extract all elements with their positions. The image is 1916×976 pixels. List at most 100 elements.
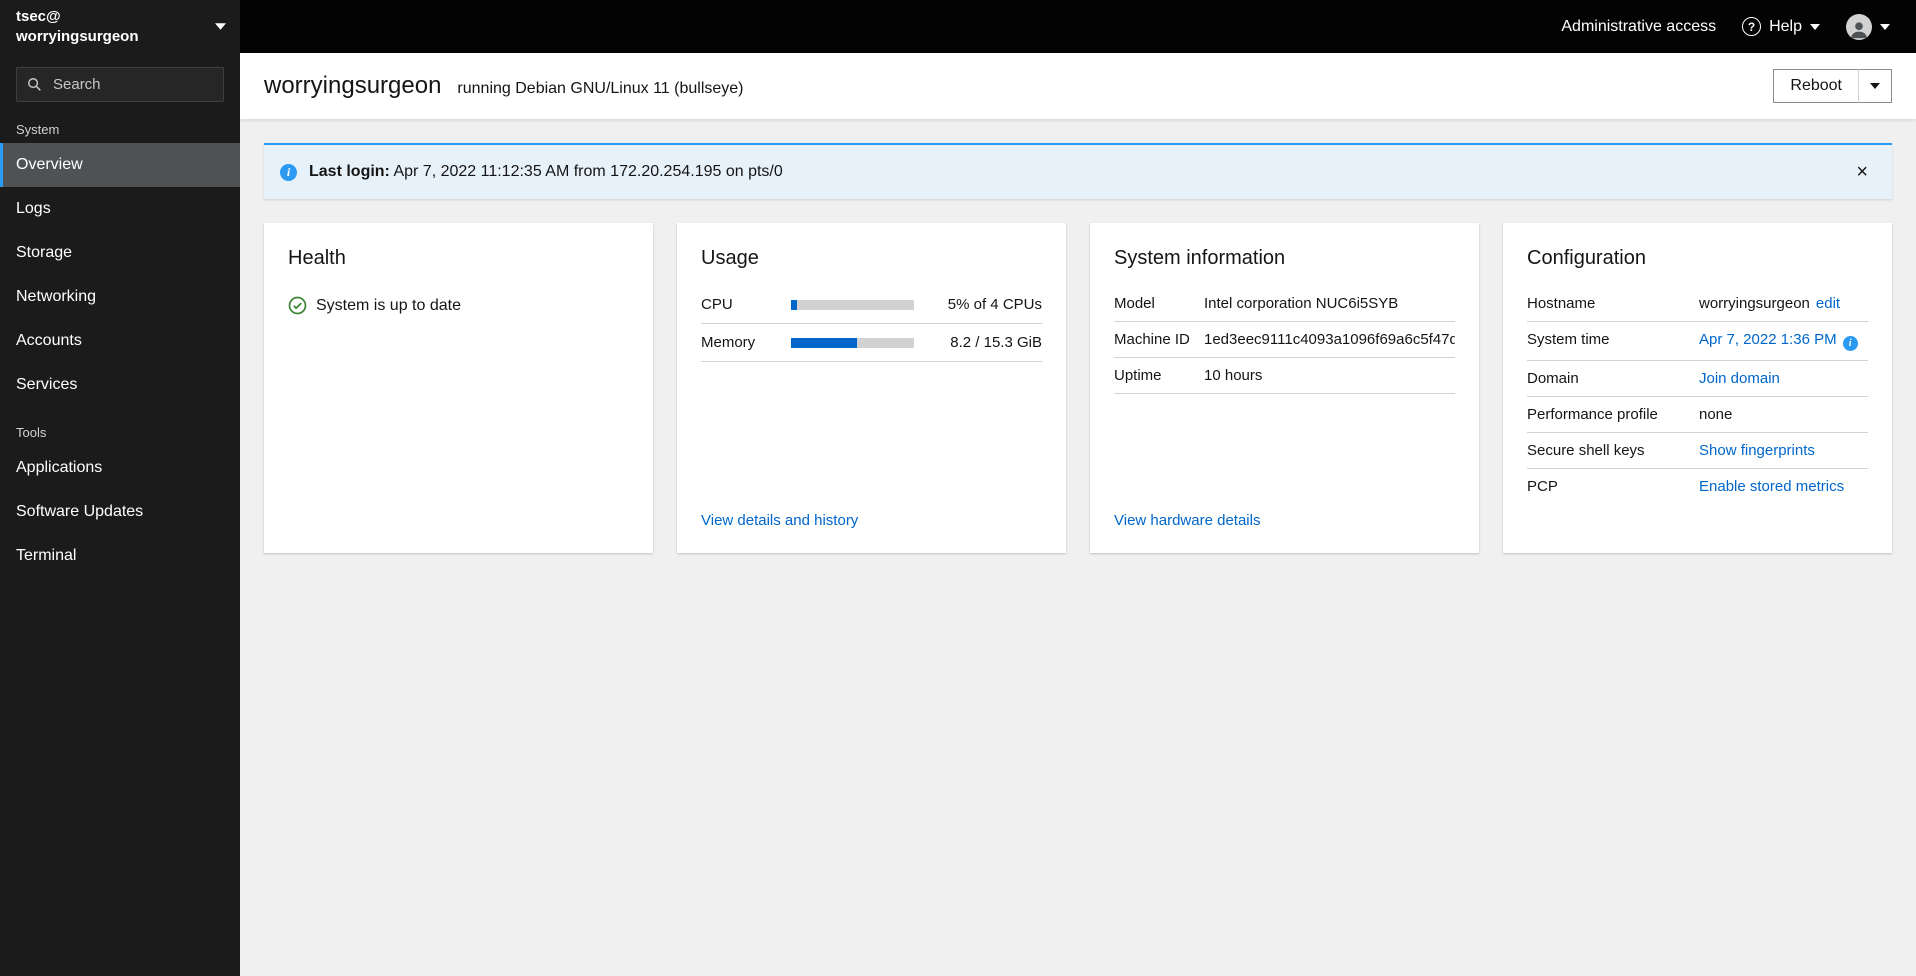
- hostname-value: worryingsurgeon: [1699, 295, 1810, 312]
- usage-card-title: Usage: [701, 247, 759, 269]
- title-wrap: worryingsurgeon running Debian GNU/Linux…: [264, 72, 744, 100]
- view-hardware-details-link[interactable]: View hardware details: [1114, 512, 1260, 529]
- cpu-progress-bar: [791, 299, 914, 310]
- table-row: Domain Join domain: [1527, 361, 1868, 397]
- alert-text: Last login: Apr 7, 2022 11:12:35 AM from…: [309, 163, 783, 181]
- sidebar-item-storage[interactable]: Storage: [0, 231, 240, 275]
- pcp-row-label: PCP: [1527, 478, 1558, 495]
- performance-profile-value: none: [1699, 406, 1733, 423]
- chevron-down-icon: [1810, 23, 1820, 30]
- system-information-card-body: Model Intel corporation NUC6i5SYB Machin…: [1090, 280, 1479, 498]
- memory-usage-value: 8.2 / 15.3 GiB: [950, 334, 1042, 351]
- sidebar-item-overview[interactable]: Overview: [0, 143, 240, 187]
- memory-progress-bar: [791, 337, 914, 348]
- chevron-down-icon: [1880, 23, 1890, 30]
- table-row: Secure shell keys Show fingerprints: [1527, 433, 1868, 469]
- system-time-link[interactable]: Apr 7, 2022 1:36 PM: [1699, 331, 1837, 348]
- cpu-usage-row: CPU 5% of 4 CPUs: [701, 286, 1042, 324]
- sidebar-item-logs[interactable]: Logs: [0, 187, 240, 231]
- view-details-history-link[interactable]: View details and history: [701, 512, 858, 529]
- sidebar-nav: System Overview Logs Storage Networking …: [0, 104, 240, 578]
- domain-row-label: Domain: [1527, 370, 1579, 387]
- cpu-progress-fill: [791, 299, 798, 310]
- usage-card-body: CPU 5% of 4 CPUs Memory 8.2 / 15.3 GiB: [677, 280, 1066, 498]
- host-switcher[interactable]: tsec@ worryingsurgeon: [0, 0, 240, 53]
- user-at-label: tsec@: [16, 8, 61, 25]
- info-icon[interactable]: i: [1842, 336, 1858, 351]
- session-menu-button[interactable]: [1834, 8, 1902, 46]
- table-row: Uptime 10 hours: [1114, 358, 1455, 394]
- machine-id-value: 1ed3eec9111c4093a1096f69a6c5f47d: [1204, 331, 1455, 348]
- reboot-split-button: Reboot: [1773, 69, 1892, 103]
- help-menu-button[interactable]: ? Help: [1730, 11, 1832, 42]
- uptime-label: Uptime: [1114, 367, 1162, 384]
- join-domain-link[interactable]: Join domain: [1699, 370, 1780, 387]
- reboot-menu-toggle[interactable]: [1858, 69, 1892, 103]
- help-label: Help: [1769, 17, 1802, 35]
- chevron-down-icon: [1870, 83, 1880, 89]
- last-login-alert: i Last login: Apr 7, 2022 11:12:35 AM fr…: [264, 143, 1892, 199]
- search-icon: [27, 77, 42, 92]
- health-card-title: Health: [288, 247, 346, 269]
- show-fingerprints-link[interactable]: Show fingerprints: [1699, 442, 1815, 459]
- alert-message: Apr 7, 2022 11:12:35 AM from 172.20.254.…: [393, 163, 783, 180]
- domain-row-value: Join domain: [1699, 370, 1868, 387]
- search-input[interactable]: [51, 75, 213, 94]
- table-row: Performance profile none: [1527, 397, 1868, 433]
- overview-content: i Last login: Apr 7, 2022 11:12:35 AM fr…: [240, 119, 1916, 577]
- sidebar-item-terminal[interactable]: Terminal: [0, 534, 240, 578]
- close-icon[interactable]: ×: [1848, 160, 1876, 184]
- chevron-down-icon: [215, 23, 226, 30]
- machine-id-label: Machine ID: [1114, 331, 1190, 348]
- health-card: Health System is up to date: [264, 223, 653, 553]
- edit-hostname-link[interactable]: edit: [1816, 295, 1840, 312]
- system-time-row-value: Apr 7, 2022 1:36 PM i: [1699, 331, 1868, 351]
- page-subtitle: running Debian GNU/Linux 11 (bullseye): [457, 80, 744, 97]
- configuration-card: Configuration Hostname worryingsurgeon ed…: [1503, 223, 1892, 553]
- administrative-access-label: Administrative access: [1561, 17, 1717, 35]
- nav-section-tools: Tools: [16, 425, 47, 440]
- administrative-access-button[interactable]: Administrative access: [1549, 12, 1728, 42]
- table-row: System time Apr 7, 2022 1:36 PM i: [1527, 322, 1868, 361]
- system-information-card-footer: View hardware details: [1090, 498, 1479, 553]
- health-status-text: System is up to date: [316, 296, 461, 314]
- nav-section-system: System: [16, 122, 60, 137]
- masthead: Administrative access ? Help: [240, 0, 1916, 53]
- host-switcher-label: tsec@ worryingsurgeon: [16, 7, 139, 46]
- cpu-label: CPU: [701, 296, 733, 313]
- alert-title: Last login:: [309, 163, 390, 180]
- main-content: worryingsurgeon running Debian GNU/Linux…: [240, 53, 1916, 976]
- performance-profile-row-label: Performance profile: [1527, 406, 1658, 423]
- sidebar-item-networking[interactable]: Networking: [0, 275, 240, 319]
- table-row: Model Intel corporation NUC6i5SYB: [1114, 286, 1455, 322]
- sidebar-item-accounts[interactable]: Accounts: [0, 319, 240, 363]
- uptime-value: 10 hours: [1204, 367, 1263, 384]
- pcp-row-value: Enable stored metrics: [1699, 478, 1868, 495]
- health-status: System is up to date: [288, 286, 629, 315]
- configuration-card-title: Configuration: [1527, 247, 1646, 269]
- usage-card: Usage CPU 5% of 4 CPUs Memory 8.2 / 15.3…: [677, 223, 1066, 553]
- page-title: worryingsurgeon: [264, 72, 442, 99]
- usage-card-footer: View details and history: [677, 498, 1066, 553]
- check-circle-icon: [288, 296, 307, 315]
- enable-stored-metrics-link[interactable]: Enable stored metrics: [1699, 478, 1844, 495]
- configuration-card-body: Hostname worryingsurgeon edit System time…: [1503, 280, 1892, 553]
- memory-usage-row: Memory 8.2 / 15.3 GiB: [701, 324, 1042, 362]
- ssh-keys-row-value: Show fingerprints: [1699, 442, 1868, 459]
- table-row: PCP Enable stored metrics: [1527, 469, 1868, 504]
- question-circle-icon: ?: [1742, 17, 1762, 36]
- sidebar-search: [16, 67, 224, 102]
- sidebar-item-applications[interactable]: Applications: [0, 446, 240, 490]
- ssh-keys-row-label: Secure shell keys: [1527, 442, 1645, 459]
- sidebar-item-software-updates[interactable]: Software Updates: [0, 490, 240, 534]
- table-row: Hostname worryingsurgeon edit: [1527, 286, 1868, 322]
- table-row: Machine ID 1ed3eec9111c4093a1096f69a6c5f…: [1114, 322, 1455, 358]
- health-card-body: System is up to date: [264, 280, 653, 553]
- hostname-row-value: worryingsurgeon edit: [1699, 295, 1868, 312]
- sidebar-item-services[interactable]: Services: [0, 363, 240, 407]
- memory-progress-fill: [791, 337, 858, 348]
- reboot-button[interactable]: Reboot: [1773, 69, 1859, 103]
- overview-cards: Health System is up to date Usage CPU 5%…: [264, 223, 1892, 553]
- info-icon: i: [280, 163, 297, 181]
- system-information-card-title: System information: [1114, 247, 1286, 269]
